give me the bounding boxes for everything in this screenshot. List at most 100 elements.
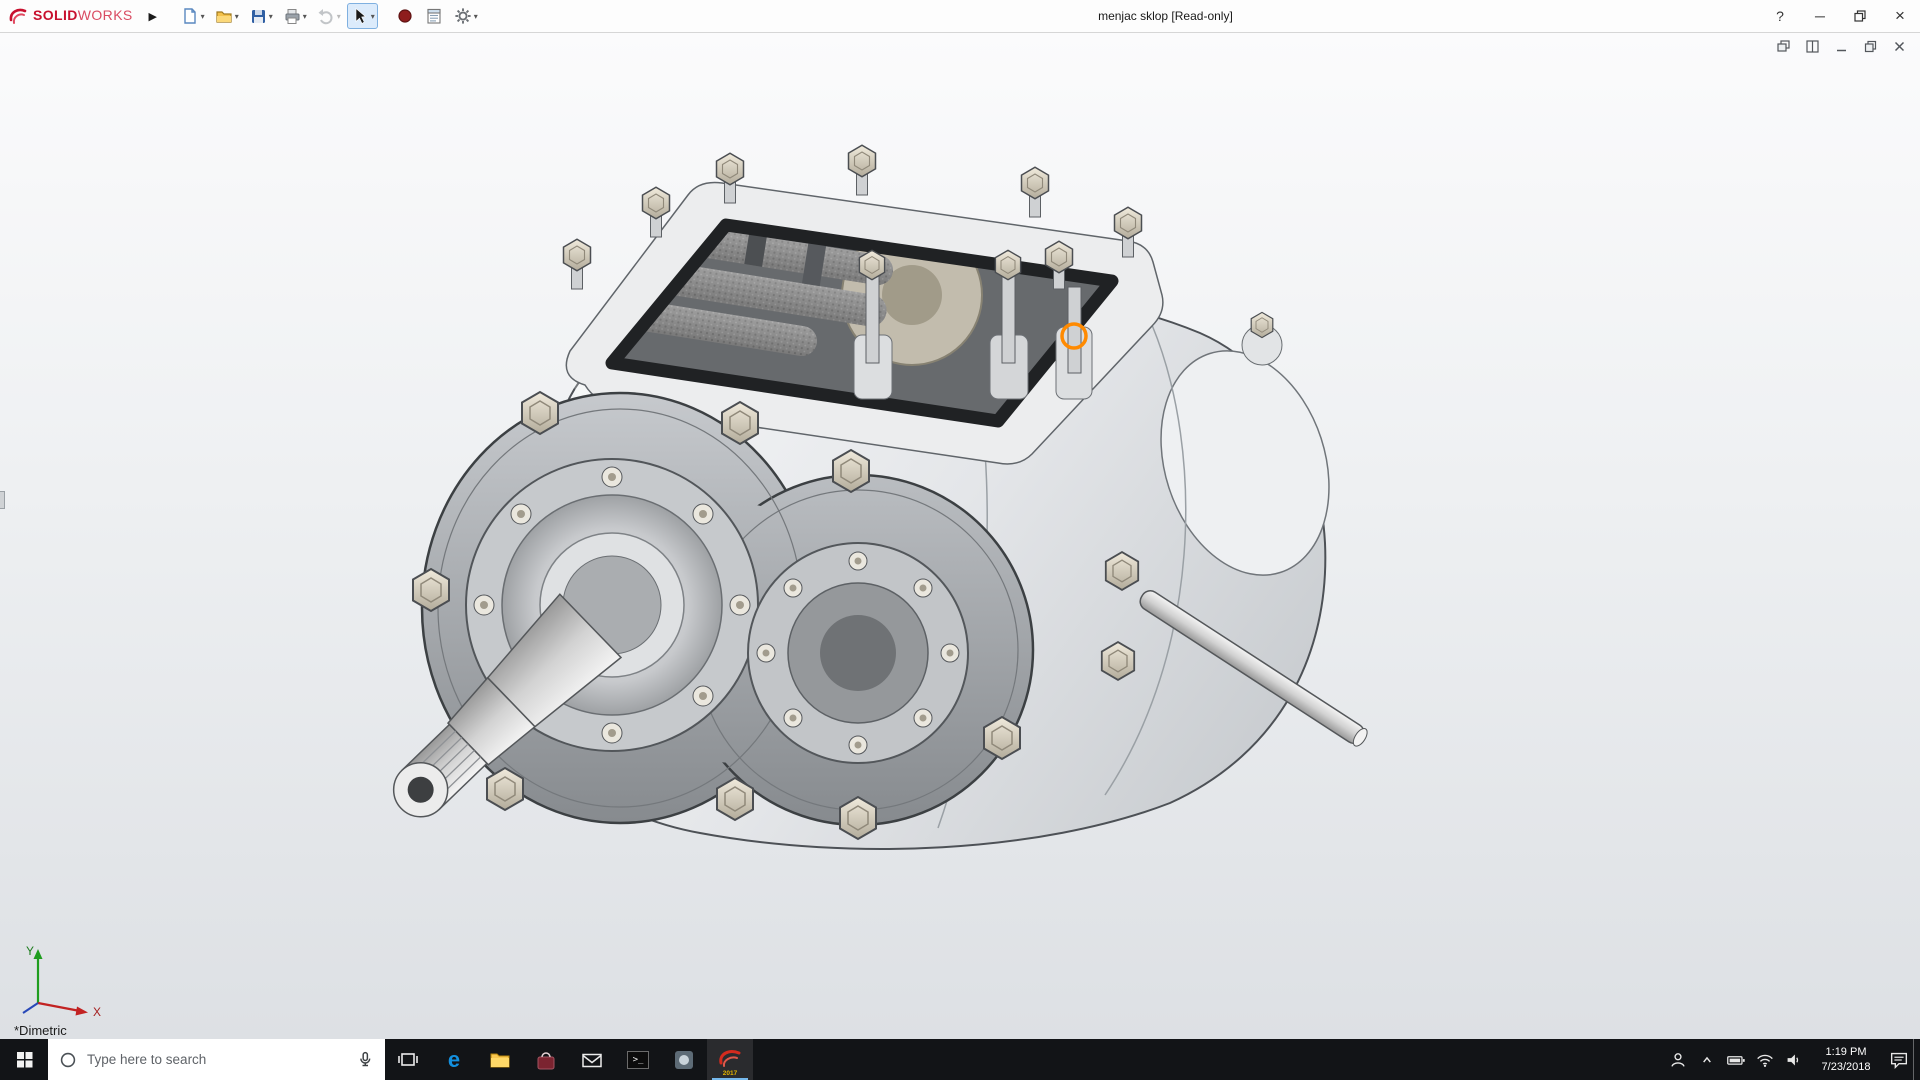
quick-access-toolbar: ▾ ▾ ▾ — [177, 3, 481, 29]
menu-flyout-arrow[interactable]: ▶ — [143, 10, 163, 23]
tile-windows-icon — [1806, 40, 1819, 53]
solidworks-logo: SOLIDWORKS — [0, 6, 143, 26]
store-button[interactable] — [523, 1039, 569, 1080]
macro-record-button[interactable] — [392, 3, 418, 29]
new-document-icon — [180, 6, 200, 26]
wifi-icon — [1754, 1049, 1776, 1071]
brand-text: SOLIDWORKS — [33, 7, 133, 25]
edge-button[interactable]: e — [431, 1039, 477, 1080]
task-view-button[interactable] — [385, 1039, 431, 1080]
options-gear-icon — [453, 6, 473, 26]
ds-swirl-icon — [8, 6, 28, 26]
orientation-triad: Y X — [8, 941, 108, 1017]
battery-icon — [1725, 1049, 1747, 1071]
options-button[interactable]: ▾ — [450, 3, 481, 29]
people-button[interactable] — [1663, 1039, 1692, 1080]
open-folder-icon — [214, 6, 234, 26]
command-prompt-button[interactable]: >_ — [615, 1039, 661, 1080]
people-icon — [1667, 1049, 1689, 1071]
macro-record-icon — [395, 6, 415, 26]
action-center-icon — [1888, 1049, 1910, 1071]
mail-button[interactable] — [569, 1039, 615, 1080]
dropdown-caret[interactable]: ▾ — [235, 12, 239, 21]
open-button[interactable]: ▾ — [211, 3, 242, 29]
system-tray: 1:19 PM 7/23/2018 — [1663, 1039, 1920, 1080]
titlebar: SOLIDWORKS ▶ ▾ ▾ — [0, 0, 1920, 33]
minimize-document-icon — [1835, 40, 1848, 53]
print-button[interactable]: ▾ — [279, 3, 310, 29]
chevron-up-icon — [1697, 1050, 1717, 1070]
file-explorer-button[interactable] — [477, 1039, 523, 1080]
task-view-icon — [396, 1048, 420, 1072]
file-explorer-icon — [488, 1048, 512, 1072]
taskbar: e >_ — [0, 1039, 1920, 1080]
document-title: menjac sklop [Read-only] — [1098, 9, 1233, 23]
show-desktop-button[interactable] — [1913, 1039, 1920, 1080]
microphone-icon[interactable] — [354, 1049, 376, 1071]
close-button[interactable]: × — [1880, 0, 1920, 32]
undo-icon — [316, 6, 336, 26]
help-button[interactable]: ? — [1760, 0, 1800, 32]
screen: SOLIDWORKS ▶ ▾ ▾ — [0, 0, 1920, 1080]
restore-document-button[interactable] — [1859, 37, 1881, 55]
pane-splitter-handle[interactable] — [0, 491, 5, 509]
minimize-document-button[interactable] — [1830, 37, 1852, 55]
dropdown-caret[interactable]: ▾ — [337, 12, 341, 21]
undo-button[interactable]: ▾ — [313, 3, 344, 29]
solidworks-icon — [717, 1047, 743, 1073]
taskbar-search[interactable] — [48, 1039, 385, 1080]
triad-y-label: Y — [26, 944, 34, 958]
clock-date: 7/23/2018 — [1822, 1060, 1871, 1074]
volume-button[interactable] — [1779, 1039, 1808, 1080]
gearbox-model[interactable] — [0, 33, 1920, 1039]
cortana-icon — [57, 1049, 79, 1071]
file-properties-button[interactable] — [421, 3, 447, 29]
restore-button[interactable] — [1840, 0, 1880, 32]
restore-document-icon — [1864, 40, 1877, 53]
view-orientation-label: *Dimetric — [14, 1023, 67, 1038]
select-button[interactable]: ▾ — [347, 3, 378, 29]
store-icon — [534, 1048, 558, 1072]
start-button[interactable] — [0, 1039, 48, 1080]
cascade-windows-icon — [1777, 40, 1790, 53]
close-document-button[interactable] — [1888, 37, 1910, 55]
pinned-app-button[interactable] — [661, 1039, 707, 1080]
dropdown-caret[interactable]: ▾ — [303, 12, 307, 21]
mail-icon — [580, 1048, 604, 1072]
command-prompt-icon: >_ — [627, 1051, 649, 1069]
file-properties-icon — [424, 6, 444, 26]
close-document-icon — [1893, 40, 1906, 53]
pinned-apps: e >_ — [385, 1039, 753, 1080]
minimize-button[interactable]: ─ — [1800, 0, 1840, 32]
tile-windows-button[interactable] — [1801, 37, 1823, 55]
save-icon — [248, 6, 268, 26]
windows-logo-icon — [16, 1051, 33, 1068]
speaker-icon — [1783, 1049, 1805, 1071]
network-button[interactable] — [1750, 1039, 1779, 1080]
hidden-icons-button[interactable] — [1692, 1039, 1721, 1080]
document-window-controls — [1772, 37, 1910, 55]
dropdown-caret[interactable]: ▾ — [474, 12, 478, 21]
triad-x-label: X — [93, 1005, 101, 1017]
battery-button[interactable] — [1721, 1039, 1750, 1080]
dropdown-caret[interactable]: ▾ — [201, 12, 205, 21]
dropdown-caret[interactable]: ▾ — [269, 12, 273, 21]
clock-time: 1:19 PM — [1826, 1045, 1867, 1059]
action-center-button[interactable] — [1884, 1039, 1913, 1080]
search-input[interactable] — [87, 1052, 346, 1067]
select-cursor-icon — [350, 6, 370, 26]
window-controls: ? ─ × — [1760, 0, 1920, 32]
new-document-button[interactable]: ▾ — [177, 3, 208, 29]
solidworks-app-button[interactable]: 2017 — [707, 1039, 753, 1080]
cascade-windows-button[interactable] — [1772, 37, 1794, 55]
graphics-area[interactable]: Y X *Dimetric — [0, 33, 1920, 1039]
save-button[interactable]: ▾ — [245, 3, 276, 29]
taskbar-clock[interactable]: 1:19 PM 7/23/2018 — [1808, 1039, 1884, 1080]
edge-icon: e — [448, 1049, 460, 1071]
print-icon — [282, 6, 302, 26]
pinned-app-icon — [672, 1048, 696, 1072]
restore-icon — [1854, 10, 1866, 22]
dropdown-caret[interactable]: ▾ — [371, 12, 375, 21]
side-port[interactable] — [748, 543, 968, 763]
solidworks-year-badge: 2017 — [707, 1070, 753, 1077]
